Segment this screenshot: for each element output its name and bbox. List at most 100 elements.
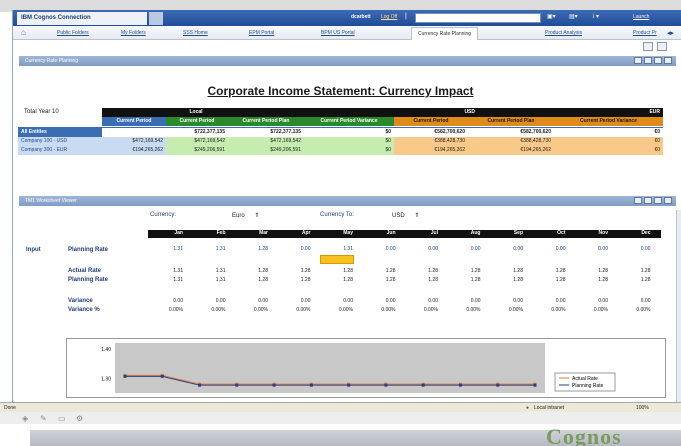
grid-cell[interactable]: 1.31 xyxy=(148,246,186,252)
maximize-icon[interactable] xyxy=(664,57,672,64)
grid-cell[interactable]: 1.28 xyxy=(233,246,271,252)
settings-icon[interactable]: ⚙ xyxy=(76,414,83,423)
back-icon[interactable]: ◈ xyxy=(22,414,28,423)
grid-cell: 0.00 xyxy=(470,298,481,304)
grid-cell[interactable]: 0.00 xyxy=(361,246,399,252)
tab-epm-portal[interactable]: EPM Portal xyxy=(249,30,274,36)
page-icon[interactable]: ▭ xyxy=(58,414,66,423)
help-icon[interactable] xyxy=(634,57,642,64)
month-header-cell: Dec xyxy=(641,230,651,236)
grid-cell[interactable]: 0.00 xyxy=(531,246,569,252)
row-value: $472,169,542 xyxy=(102,137,166,146)
input-label: Input xyxy=(26,247,41,253)
tab-public-folders[interactable]: Public Folders xyxy=(57,30,89,36)
grid-cell[interactable]: 0.00 xyxy=(403,246,441,252)
data-point xyxy=(384,383,388,387)
row-label[interactable]: All Entities xyxy=(18,128,102,137)
intranet-zone-icon: ● xyxy=(526,405,530,411)
edit-icon[interactable] xyxy=(644,57,652,64)
grid-cell[interactable]: 1.31 xyxy=(191,246,229,252)
tab-product-pr[interactable]: Product Pr xyxy=(633,30,657,36)
grid-cell: 1.28 xyxy=(640,277,651,283)
worksheet-scrollbar[interactable] xyxy=(676,210,681,412)
dropdown-arrow-icon[interactable]: ⇑ xyxy=(254,213,259,219)
row-value: $722,377,135 xyxy=(270,129,301,135)
page-tool-icons xyxy=(13,41,681,53)
grid-cell: 1.28 xyxy=(258,268,268,274)
grid-cell[interactable]: 0.00 xyxy=(446,246,484,252)
minimize-icon[interactable] xyxy=(654,57,662,64)
grid-cell[interactable]: 0.00 xyxy=(616,246,654,252)
row-value: $249,206,591 xyxy=(228,146,304,155)
edit-icon[interactable] xyxy=(644,197,652,204)
search-input[interactable] xyxy=(415,13,541,23)
grid-cell: 0.00% xyxy=(338,307,353,313)
tab-product-analysis[interactable]: Product Analysis xyxy=(545,30,582,36)
currency-select[interactable]: Euro ⇑ xyxy=(232,212,259,219)
row-value: €388,428,730 xyxy=(468,137,554,146)
pencil-icon[interactable]: ✎ xyxy=(40,414,47,423)
portal-tabs: ⌂ Public Folders My Folders SSS Home EPM… xyxy=(13,26,681,40)
dropdown-arrow-icon[interactable]: ⇑ xyxy=(414,213,419,219)
table-row: Company 300 - EUR €194,265,262 $249,206,… xyxy=(18,146,663,155)
currency-to-select[interactable]: USD ⇑ xyxy=(392,212,419,219)
month-header-cell: Nov xyxy=(598,230,608,236)
row-label[interactable]: Company 300 - EUR xyxy=(18,146,102,155)
row-value: $0 xyxy=(385,129,391,135)
logoff-link[interactable]: Log Off xyxy=(381,14,397,20)
grid-cell[interactable]: 1.31 xyxy=(318,246,356,252)
grid-cell: 0.00 xyxy=(555,298,566,304)
app-tab-extra[interactable] xyxy=(149,12,163,25)
app-title-tab[interactable]: IBM Cognos Connection xyxy=(17,12,147,25)
row-label[interactable]: Company 100 - USD xyxy=(18,137,102,146)
help-menu-icon[interactable]: i ▾ xyxy=(593,13,599,20)
minimize-icon[interactable] xyxy=(654,197,662,204)
new-menu-icon[interactable]: ▤▾ xyxy=(569,13,578,20)
launch-menu[interactable]: Launch xyxy=(633,14,649,20)
grid-cell: 0.00% xyxy=(381,307,396,313)
variance-pct-label: Variance % xyxy=(68,307,100,313)
selected-input-cell[interactable] xyxy=(320,255,354,264)
month-header-cell: Apr xyxy=(301,230,311,236)
bottom-toolbar: ◈ ✎ ▭ ⚙ xyxy=(0,412,681,424)
layout-icon[interactable] xyxy=(657,42,667,51)
grid-cell[interactable]: 0.00 xyxy=(276,246,314,252)
edit-page-icon[interactable] xyxy=(643,42,653,51)
actual-rate-row: 1.31 1.31 1.28 1.28 1.28 1.28 1.28 1.28 1.28 1.28… xyxy=(148,268,661,276)
data-point xyxy=(123,374,127,378)
grid-cell: 0.00 xyxy=(385,298,396,304)
data-point xyxy=(421,383,425,387)
col-header: Current Period xyxy=(394,117,468,126)
tab-sss-home[interactable]: SSS Home xyxy=(183,30,208,36)
col-header: Current Period Variance xyxy=(554,117,663,126)
zone-text: Local intranet xyxy=(534,405,565,411)
grid-cell: 0.00% xyxy=(423,307,438,313)
tab-my-folders[interactable]: My Folders xyxy=(121,30,146,36)
currency-to-label: Currency To: xyxy=(320,212,354,218)
maximize-icon[interactable] xyxy=(664,197,672,204)
tab-bpm-us-portal[interactable]: BPM US Portal xyxy=(321,30,355,36)
row-value: €0 xyxy=(554,146,663,155)
zoom-level[interactable]: 100% xyxy=(636,405,649,411)
grid-cell[interactable]: 0.00 xyxy=(573,246,611,252)
home-icon[interactable]: ⌂ xyxy=(21,29,33,38)
tabs-scroll-arrows-icon[interactable]: ◂▸ xyxy=(667,29,674,37)
grid-cell: 1.31 xyxy=(173,268,183,274)
currency-value: Euro xyxy=(232,213,245,219)
grid-cell[interactable]: 0.00 xyxy=(488,246,526,252)
tools-menu-icon[interactable]: ▣▾ xyxy=(547,13,556,20)
row-value: €0 xyxy=(654,129,660,135)
local-group-header: Local xyxy=(102,108,290,117)
grid-cell: 0.00% xyxy=(296,307,311,313)
portlet-header-tm1: TM1 Worksheet Viewer xyxy=(19,196,676,206)
grid-cell: 1.31 xyxy=(215,277,226,283)
help-icon[interactable] xyxy=(634,197,642,204)
row-value: €0 xyxy=(554,137,663,146)
tab-currency-rate-planning[interactable]: Currency Rate Planning xyxy=(411,27,479,40)
y-tick-label: 1.30 xyxy=(101,376,111,382)
grid-cell: 0.00% xyxy=(593,307,608,313)
row-value: $0 xyxy=(304,137,394,146)
currency-to-value: USD xyxy=(392,213,405,219)
grid-cell: 0.00 xyxy=(173,298,183,304)
separator: | xyxy=(405,13,407,20)
